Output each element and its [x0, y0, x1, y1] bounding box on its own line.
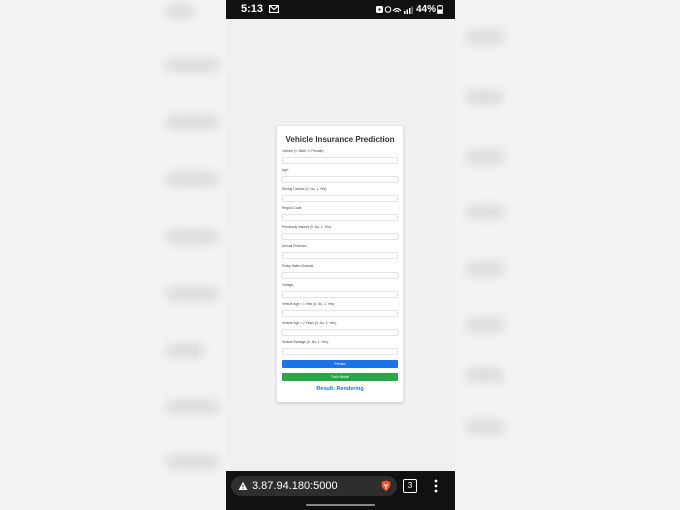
field-label-vehicle-age-lt-1: Vehicle Age < 1 Year (0: No, 1: Yes): — [282, 302, 336, 306]
field-label-vehicle-damage: Vehicle Damage (0: No, 1: Yes): — [282, 340, 329, 344]
form-field-policy-sales-channel: Policy Sales Channel: — [282, 264, 398, 279]
field-label-annual-premium: Annual Premium: — [282, 244, 308, 248]
region-code-input[interactable] — [282, 214, 398, 221]
field-label-driving-license: Driving License (0: No, 1: Yes): — [282, 187, 328, 191]
form-field-vintage: Vintage: — [282, 283, 398, 298]
web-content: Vehicle Insurance Prediction Gender (1: … — [226, 19, 455, 471]
field-label-gender: Gender (1: Male, 0: Female): — [282, 149, 325, 153]
form-field-gender: Gender (1: Male, 0: Female): — [282, 149, 398, 164]
driving-license-input[interactable] — [282, 195, 398, 202]
status-time: 5:13 — [241, 3, 264, 15]
form-field-vehicle-damage: Vehicle Damage (0: No, 1: Yes): — [282, 340, 398, 355]
field-label-previously-insured: Previously Insured (0: No, 1: Yes): — [282, 225, 332, 229]
battery-icon — [437, 5, 443, 14]
field-label-policy-sales-channel: Policy Sales Channel: — [282, 264, 315, 268]
gesture-bar — [306, 504, 375, 506]
more-vert-icon[interactable] — [432, 479, 440, 493]
previously-insured-input[interactable] — [282, 233, 398, 240]
vehicle-age-lt-1-input[interactable] — [282, 310, 398, 317]
gender-input[interactable] — [282, 157, 398, 164]
status-icons — [376, 6, 413, 14]
form-field-previously-insured: Previously Insured (0: No, 1: Yes): — [282, 225, 398, 240]
train-model-button[interactable]: Train Model — [282, 373, 398, 381]
form-field-age: Age: — [282, 168, 398, 183]
field-label-region-code: Region Code: — [282, 206, 303, 210]
url-text[interactable]: 3.87.94.180:5000 — [252, 480, 338, 492]
brave-shield-icon[interactable] — [380, 480, 392, 492]
form-field-annual-premium: Annual Premium: — [282, 244, 398, 259]
age-input[interactable] — [282, 176, 398, 183]
address-bar[interactable]: 3.87.94.180:5000 — [231, 476, 397, 496]
vehicle-damage-input[interactable] — [282, 348, 398, 355]
result-text: Result: Rendering — [316, 386, 364, 392]
form-field-region-code: Region Code: — [282, 206, 398, 221]
policy-sales-channel-input[interactable] — [282, 272, 398, 279]
warning-icon[interactable] — [238, 481, 248, 491]
form-field-vehicle-age-gt-2: Vehicle Age > 2 Years (0: No, 1: Yes): — [282, 321, 398, 336]
blurred-background-right — [455, 0, 680, 510]
tab-switcher-button[interactable]: 3 — [403, 479, 417, 493]
blurred-background-left — [0, 0, 226, 510]
status-bar: 5:13 44% — [226, 0, 455, 19]
form-field-driving-license: Driving License (0: No, 1: Yes): — [282, 187, 398, 202]
battery-percent: 44% — [416, 4, 437, 15]
field-label-age: Age: — [282, 168, 289, 172]
form-field-vehicle-age-lt-1: Vehicle Age < 1 Year (0: No, 1: Yes): — [282, 302, 398, 317]
field-label-vehicle-age-gt-2: Vehicle Age > 2 Years (0: No, 1: Yes): — [282, 321, 337, 325]
prediction-form: Vehicle Insurance Prediction Gender (1: … — [277, 126, 403, 402]
gmail-icon — [269, 5, 279, 13]
annual-premium-input[interactable] — [282, 252, 398, 259]
predict-button[interactable]: Predict — [282, 360, 398, 368]
form-title: Vehicle Insurance Prediction — [285, 135, 395, 144]
vintage-input[interactable] — [282, 291, 398, 298]
field-label-vintage: Vintage: — [282, 283, 295, 287]
vehicle-age-gt-2-input[interactable] — [282, 329, 398, 336]
phone-screen: 5:13 44% Vehicle Insurance Prediction Ge… — [226, 0, 455, 510]
browser-bottom-bar: 3.87.94.180:5000 3 — [226, 471, 455, 510]
